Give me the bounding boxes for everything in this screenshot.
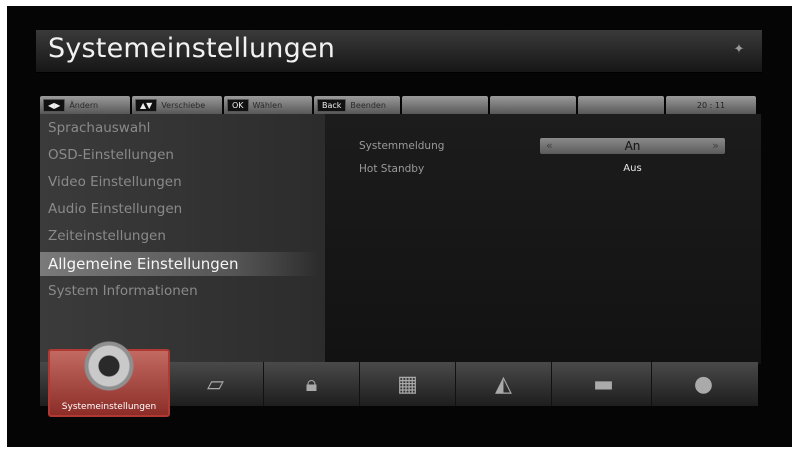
up-down-key: ▲▼ (135, 98, 158, 112)
hint-label: Verschiebe (161, 100, 206, 110)
clock: 20 : 11 (696, 100, 726, 110)
receiver-box-icon: ▬ (593, 371, 614, 397)
dock-active-label: Systemeinstellungen (61, 402, 157, 412)
ok-key: OK (227, 98, 249, 112)
dock-item-lock[interactable]: 🔒︎ (264, 362, 360, 406)
info-icon[interactable]: ✦ (732, 43, 746, 57)
value-text: An (624, 139, 641, 153)
menu-item-allgemeine[interactable]: Allgemeine Einstellungen (40, 252, 318, 276)
menu-item-osd[interactable]: OSD-Einstellungen (48, 147, 174, 163)
hint-empty (578, 96, 664, 114)
gear-icon (83, 340, 135, 392)
hint-change: ◀▶ Ändern (40, 96, 130, 114)
settings-menu: Sprachauswahl OSD-Einstellungen Video Ei… (40, 114, 325, 364)
hint-move: ▲▼ Verschiebe (132, 96, 222, 114)
back-key: Back (317, 98, 347, 112)
menu-item-video[interactable]: Video Einstellungen (48, 174, 182, 190)
hint-label: Wählen (252, 100, 283, 110)
hint-select: OK Wählen (224, 96, 312, 114)
settings-detail: Systemmeldung « An » Hot Standby Aus (325, 114, 761, 364)
chevron-right-icon[interactable]: » (712, 138, 719, 154)
hint-label: Ändern (69, 100, 99, 110)
antenna-icon: ◭ (495, 371, 512, 397)
dock-item-puzzle[interactable]: ▦ (360, 362, 456, 406)
setting-label-hot-standby: Hot Standby (359, 163, 425, 175)
setting-value-systemmeldung[interactable]: « An » (540, 138, 725, 154)
dock-item-receiver[interactable]: ▬ (556, 362, 652, 406)
dock-item-globe[interactable]: ● (656, 362, 751, 406)
lock-icon: 🔒︎ (305, 371, 318, 397)
menu-item-audio[interactable]: Audio Einstellungen (48, 201, 182, 217)
hint-label: Beenden (350, 100, 386, 110)
clock-segment: 20 : 11 (666, 96, 756, 114)
title-bar: Systemeinstellungen ✦ (36, 30, 762, 73)
globe-icon: ● (693, 371, 714, 397)
left-right-key: ◀▶ (43, 98, 66, 112)
dock-item-map[interactable]: ▱ (168, 362, 264, 406)
map-icon: ▱ (207, 371, 224, 397)
hint-exit: Back Beenden (314, 96, 400, 114)
hint-empty (490, 96, 576, 114)
dock-item-antenna[interactable]: ◭ (456, 362, 552, 406)
hint-bar: ◀▶ Ändern ▲▼ Verschiebe OK Wählen Back B… (40, 96, 758, 114)
hint-empty (402, 96, 488, 114)
setting-label-systemmeldung: Systemmeldung (359, 140, 445, 152)
menu-item-sprachauswahl[interactable]: Sprachauswahl (48, 120, 150, 136)
page-title: Systemeinstellungen (48, 33, 336, 64)
menu-item-zeit[interactable]: Zeiteinstellungen (48, 228, 166, 244)
setting-value-hot-standby[interactable]: Aus (540, 161, 725, 177)
chevron-left-icon[interactable]: « (546, 138, 553, 154)
dock-active-systemeinstellungen[interactable]: Systemeinstellungen (48, 340, 170, 417)
menu-item-system-info[interactable]: System Informationen (48, 283, 198, 299)
puzzle-icon: ▦ (397, 371, 418, 397)
